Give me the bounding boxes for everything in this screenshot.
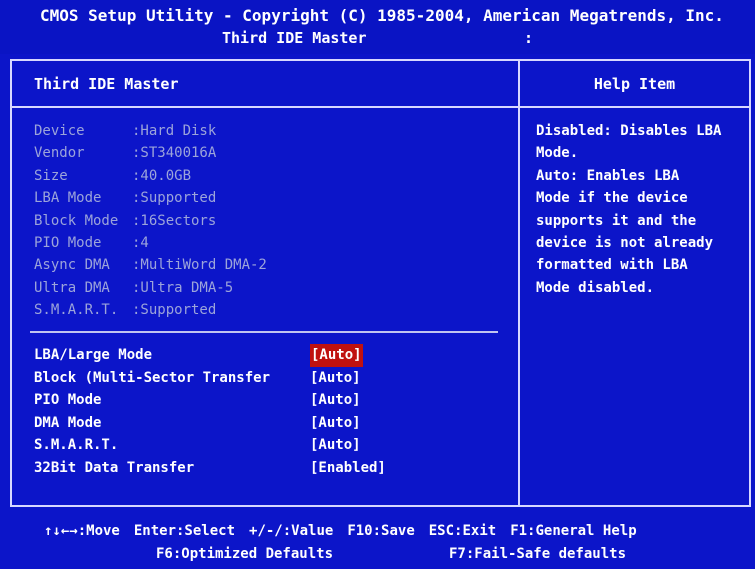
setting-block-multi-sector-transfer[interactable]: Block (Multi-Sector Transfer [Auto]	[34, 367, 514, 390]
info-label: PIO Mode	[34, 234, 102, 251]
setting-smart[interactable]: S.M.A.R.T. [Auto]	[34, 434, 514, 457]
panel-title: Third IDE Master	[34, 75, 179, 93]
screen-title: Third IDE Master	[222, 29, 367, 47]
info-value: :Supported	[132, 302, 217, 319]
info-value: :Hard Disk	[132, 123, 217, 139]
setting-32bit-data-transfer[interactable]: 32Bit Data Transfer [Enabled]	[34, 457, 514, 480]
info-row-vendor: Vendor :ST340016A	[34, 142, 267, 164]
info-label: LBA Mode	[34, 190, 102, 207]
info-row-pio-mode: PIO Mode :4	[34, 232, 267, 254]
info-value: :ST340016A	[132, 145, 217, 162]
setting-label: S.M.A.R.T.	[34, 437, 119, 454]
title-bar: CMOS Setup Utility - Copyright (C) 1985-…	[0, 0, 755, 54]
info-row-async-dma: Async DMA :MultiWord DMA-2	[34, 254, 267, 276]
help-line: Mode.	[536, 145, 579, 162]
info-row-lba-mode: LBA Mode :Supported	[34, 187, 267, 209]
info-label: S.M.A.R.T.	[34, 302, 119, 319]
setting-value[interactable]: [Auto]	[310, 367, 361, 390]
info-label: Device	[34, 123, 85, 139]
setting-label: PIO Mode	[34, 392, 102, 409]
value-hint: +/-/:Value	[249, 523, 334, 539]
device-info-list: Device :Hard Disk Vendor :ST340016A Size :4…	[34, 120, 267, 322]
help-title: Help Item	[593, 75, 676, 93]
title-colon: :	[524, 29, 534, 47]
help-panel: Help Item Disabled: Disables LBA Mode. A…	[520, 61, 749, 505]
info-row-smart: S.M.A.R.T. :Supported	[34, 299, 267, 321]
setting-lba-large-mode[interactable]: LBA/Large Mode [Auto]	[34, 344, 514, 367]
key-help-footer: ↑↓←→:Move Enter:Select +/-/:Value F10:Save E…	[0, 512, 755, 569]
footer-failsafe-defaults: F7:Fail-Safe defaults	[449, 546, 627, 562]
general-help-hint: F1:General Help	[510, 523, 637, 539]
info-value: :16Sectors	[132, 212, 217, 229]
setting-label: Block (Multi-Sector Transfer	[34, 369, 271, 386]
info-label: Block Mode	[34, 212, 119, 229]
footer-row-1: ↑↓←→:Move Enter:Select +/-/:Value F10:Save E…	[44, 523, 637, 539]
exit-hint: ESC:Exit	[428, 523, 497, 539]
help-line: Auto: Enables LBA	[536, 167, 680, 184]
main-frame: Third IDE Master Device :Hard Disk Vendor…	[10, 59, 751, 507]
info-value: :4	[132, 234, 149, 251]
info-value: :Supported	[132, 190, 217, 207]
info-label: Ultra DMA	[34, 279, 110, 296]
footer-optimized-defaults: F6:Optimized Defaults	[156, 546, 334, 562]
info-label: Async DMA	[34, 257, 110, 274]
info-value: :MultiWord DMA-2	[132, 257, 267, 274]
help-line: Mode disabled.	[536, 279, 655, 296]
setting-label: 32Bit Data Transfer	[34, 459, 195, 476]
setting-label: DMA Mode	[34, 414, 102, 431]
help-line: supports it and the	[536, 212, 697, 229]
save-hint: F10:Save	[347, 523, 415, 539]
help-line: Mode if the device	[536, 190, 688, 207]
settings-panel: Third IDE Master Device :Hard Disk Vendor…	[12, 61, 520, 505]
setting-pio-mode[interactable]: PIO Mode [Auto]	[34, 389, 514, 412]
info-row-device: Device :Hard Disk	[34, 120, 267, 142]
move-hint: ↑↓←→:Move	[44, 523, 120, 539]
info-row-block-mode: Block Mode :16Sectors	[34, 210, 267, 232]
setting-value[interactable]: [Auto]	[310, 434, 361, 457]
app-title: CMOS Setup Utility - Copyright (C) 1985-…	[40, 6, 724, 25]
setting-label: LBA/Large Mode	[34, 347, 153, 363]
help-text: Disabled: Disables LBA Mode. Auto: Enabl…	[536, 120, 721, 299]
info-value: :Ultra DMA-5	[132, 279, 234, 296]
setting-dma-mode[interactable]: DMA Mode [Auto]	[34, 412, 514, 435]
info-row-ultra-dma: Ultra DMA :Ultra DMA-5	[34, 277, 267, 299]
help-line: device is not already	[536, 234, 714, 251]
setting-value-selected[interactable]: [Auto]	[310, 344, 363, 367]
setting-value[interactable]: [Enabled]	[310, 457, 386, 480]
setting-value[interactable]: [Auto]	[310, 389, 361, 412]
help-divider	[520, 106, 749, 108]
settings-list: LBA/Large Mode [Auto] Block (Multi-Secto…	[34, 344, 514, 480]
section-divider	[30, 331, 498, 333]
info-label: Size	[34, 167, 68, 184]
header-divider	[12, 106, 518, 108]
info-row-size: Size :40.0GB	[34, 165, 267, 187]
help-line: Disabled: Disables LBA	[536, 123, 722, 139]
info-label: Vendor	[34, 145, 85, 162]
info-value: :40.0GB	[132, 167, 192, 184]
setting-value[interactable]: [Auto]	[310, 412, 361, 435]
select-hint: Enter:Select	[133, 523, 236, 539]
help-line: formatted with LBA	[536, 257, 688, 274]
